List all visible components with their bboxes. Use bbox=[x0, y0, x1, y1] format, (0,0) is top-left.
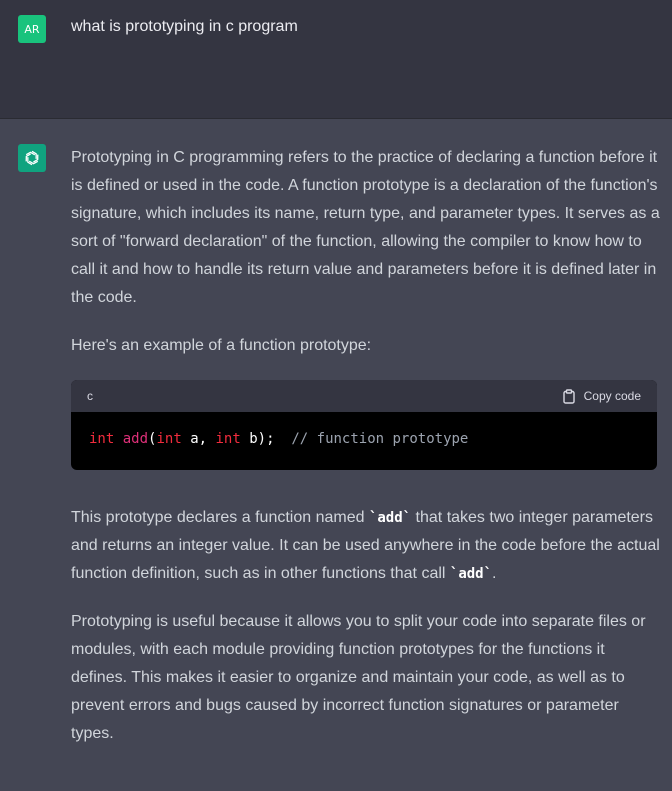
code-function-name: add bbox=[122, 431, 149, 447]
code-keyword: int bbox=[89, 431, 115, 447]
user-avatar: AR bbox=[18, 15, 46, 43]
inline-code: `add` bbox=[368, 510, 412, 526]
user-message-text: what is prototyping in c program bbox=[71, 18, 298, 35]
user-message-row: AR what is prototyping in c program bbox=[0, 0, 672, 119]
code-content: int add(int a, int b); // function proto… bbox=[71, 412, 657, 470]
paragraph-benefits: Prototyping is useful because it allows … bbox=[71, 613, 646, 742]
inline-code: `add` bbox=[449, 566, 493, 582]
explanation-text: This prototype declares a function named bbox=[71, 509, 369, 526]
copy-code-label: Copy code bbox=[583, 389, 641, 403]
code-param: a, bbox=[181, 431, 216, 447]
explanation-text: . bbox=[492, 565, 497, 582]
paragraph-example-lead: Here's an example of a function prototyp… bbox=[71, 337, 372, 354]
paragraph-explanation: This prototype declares a function named… bbox=[71, 504, 663, 588]
code-block: c Copy code int add(int a, int b); // fu… bbox=[71, 380, 657, 470]
clipboard-icon bbox=[562, 388, 575, 404]
code-param: b); bbox=[240, 431, 292, 447]
copy-code-button[interactable]: Copy code bbox=[562, 382, 641, 410]
code-keyword: int bbox=[215, 431, 241, 447]
code-comment: // function prototype bbox=[291, 431, 469, 447]
openai-logo-icon bbox=[18, 144, 46, 172]
assistant-message-row: Prototyping in C programming refers to t… bbox=[0, 119, 672, 791]
paragraph-intro: Prototyping in C programming refers to t… bbox=[71, 149, 660, 306]
assistant-message-content: Prototyping in C programming refers to t… bbox=[71, 144, 663, 748]
code-keyword: int bbox=[156, 431, 182, 447]
code-block-header: c Copy code bbox=[71, 380, 657, 412]
code-language-label: c bbox=[87, 389, 93, 403]
